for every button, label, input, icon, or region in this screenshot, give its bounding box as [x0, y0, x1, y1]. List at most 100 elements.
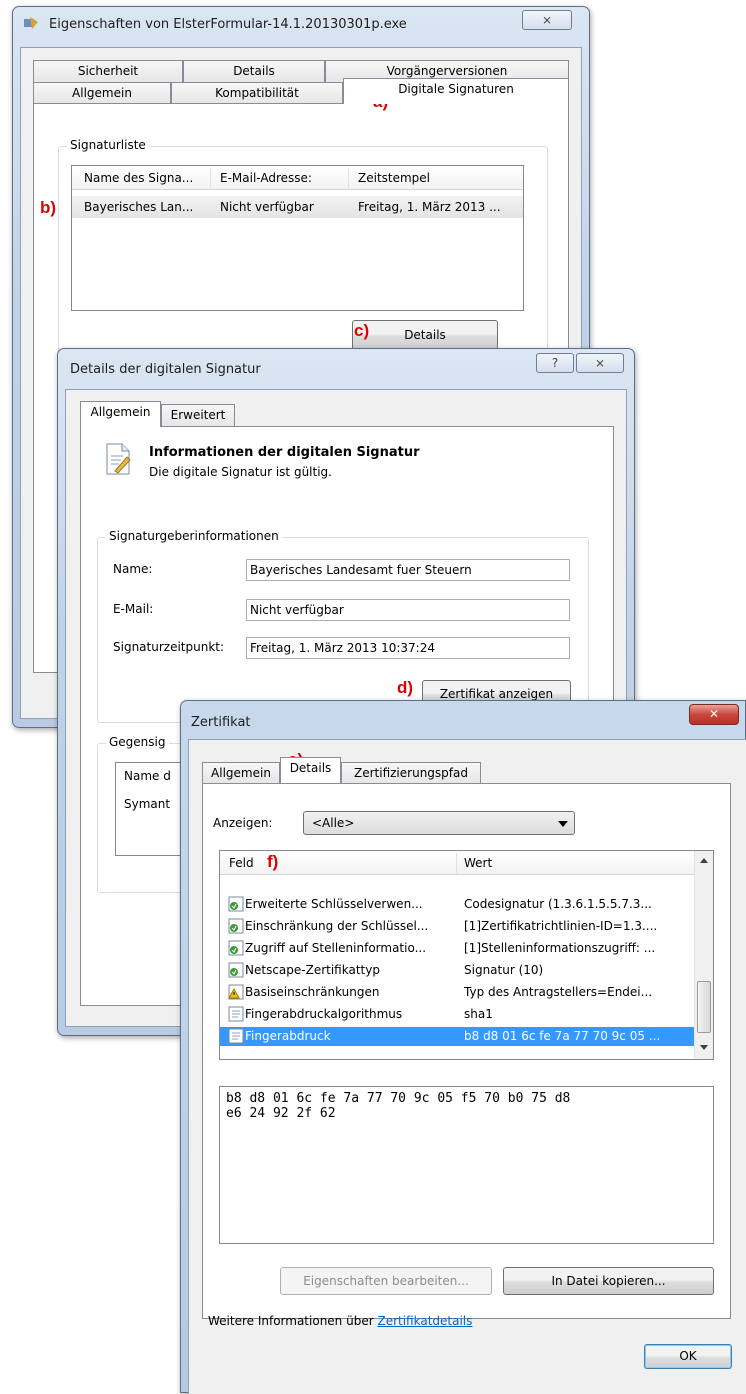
column-name[interactable]: Name des Signa... [84, 171, 210, 185]
details-button[interactable]: Details [352, 320, 498, 350]
column-name[interactable]: Name d [124, 769, 171, 783]
scroll-up-arrow-icon[interactable] [700, 858, 708, 863]
chevron-down-icon [558, 821, 568, 827]
list-item[interactable]: Symant [124, 797, 170, 811]
table-row[interactable]: Basiseinschränkungen Typ des Antragstelle… [220, 983, 694, 1002]
cell-field: Basiseinschränkungen [245, 985, 380, 999]
help-icon: ? [551, 356, 559, 370]
column-divider [210, 168, 211, 188]
annotation-d: d) [397, 678, 414, 697]
cell-field: Zugriff auf Stelleninformatio... [245, 941, 427, 955]
cell-name: Bayerisches Lan... [84, 200, 194, 214]
cell-value: [1]Stelleninformationszugriff: ... [464, 941, 656, 955]
group-label: Signaturgeberinformationen [106, 529, 282, 543]
window-title: Details der digitalen Signatur [70, 362, 261, 377]
table-row[interactable]: Netscape-Zertifikattyp Signatur (10) [220, 961, 694, 980]
name-label: Name: [113, 562, 153, 576]
ok-button[interactable]: OK [644, 1344, 732, 1369]
certificate-details-link[interactable]: Zertifikatdetails [377, 1314, 472, 1328]
copy-to-file-button[interactable]: In Datei kopieren... [503, 1267, 714, 1295]
cell-timestamp: Freitag, 1. März 2013 ... [358, 200, 501, 214]
close-icon: ✕ [708, 707, 720, 721]
more-info: Weitere Informationen über Zertifikatdet… [208, 1314, 472, 1328]
tab-allgemein[interactable]: Allgemein [33, 82, 171, 104]
cell-value: [1]Zertifikatrichtlinien-ID=1.3.... [464, 919, 658, 933]
table-row[interactable]: Erweiterte Schlüsselverwen... Codesignatu… [220, 895, 694, 914]
annotation-f: f) [267, 852, 279, 871]
info-text: Die digitale Signatur ist gültig. [149, 465, 332, 479]
column-divider [456, 853, 457, 873]
cell-value: Signatur (10) [464, 963, 544, 977]
tab-allgemein[interactable]: Allgemein [80, 401, 161, 427]
window-title: Zertifikat [191, 715, 251, 730]
cell-field: Fingerabdruckalgorithmus [245, 1007, 403, 1021]
more-info-text: Weitere Informationen über [208, 1314, 374, 1328]
tab-erweitert[interactable]: Erweitert [161, 404, 235, 426]
close-button[interactable]: ⨯ [522, 10, 572, 30]
cell-field: Erweiterte Schlüsselverwen... [245, 897, 423, 911]
window-title: Eigenschaften von ElsterFormular-14.1.20… [49, 17, 407, 32]
edit-properties-button[interactable]: Eigenschaften bearbeiten... [280, 1267, 492, 1295]
table-row[interactable]: Fingerabdruck b8 d8 01 6c fe 7a 77 70 9c … [220, 1027, 694, 1046]
details-panel: Anzeigen: <Alle> Feld Wert Erweiterte Sc… [202, 783, 731, 1328]
list-item[interactable]: Bayerisches Lan... Nicht verfügbar Freit… [72, 196, 523, 218]
tab-kompatibilitaet[interactable]: Kompatibilität [171, 82, 343, 104]
extension-icon [228, 896, 244, 912]
close-button[interactable]: ⨯ [576, 353, 624, 373]
fields-list[interactable]: Feld Wert Erweiterte Schlüsselverwen... C… [219, 850, 714, 1060]
table-row[interactable]: Zugriff auf Stelleninformatio... [1]Stell… [220, 939, 694, 958]
column-value[interactable]: Wert [464, 856, 492, 870]
cell-field: Netscape-Zertifikattyp [245, 963, 380, 977]
cell-email: Nicht verfügbar [220, 200, 314, 214]
group-label: Signaturliste [67, 138, 149, 152]
detail-value-box[interactable]: b8 d8 01 6c fe 7a 77 70 9c 05 f5 70 b0 7… [219, 1086, 714, 1244]
vertical-scrollbar[interactable] [694, 851, 713, 1059]
scroll-down-arrow-icon[interactable] [700, 1045, 708, 1050]
tab-details[interactable]: Details [183, 60, 325, 82]
list-rows: Erweiterte Schlüsselverwen... Codesignatu… [220, 895, 694, 1057]
table-row[interactable]: Fingerabdruckalgorithmus sha1 [220, 1005, 694, 1024]
property-icon [228, 1006, 244, 1022]
certificate-document-icon [105, 443, 131, 475]
column-field[interactable]: Feld [229, 856, 254, 870]
property-icon [228, 1028, 244, 1044]
signature-list[interactable]: Name des Signa... E-Mail-Adresse: Zeitst… [71, 165, 524, 311]
annotation-b: b) [40, 198, 57, 217]
tab-sicherheit[interactable]: Sicherheit [33, 60, 183, 82]
annotation-c: c) [354, 321, 370, 340]
show-dropdown[interactable]: <Alle> [303, 811, 575, 835]
column-timestamp[interactable]: Zeitstempel [358, 171, 518, 185]
show-label: Anzeigen: [213, 816, 273, 830]
cell-value: Typ des Antragstellers=Endei... [464, 985, 653, 999]
tab-zertifizierungspfad[interactable]: Zertifizierungspfad [341, 762, 481, 784]
cell-value: Codesignatur (1.3.6.1.5.5.7.3... [464, 897, 652, 911]
tab-allgemein[interactable]: Allgemein [202, 762, 280, 784]
column-divider [348, 168, 349, 188]
extension-icon [228, 940, 244, 956]
group-label: Gegensig [106, 735, 169, 749]
cell-field: Einschränkung der Schlüssel... [245, 919, 429, 933]
show-dropdown-value: <Alle> [312, 816, 355, 830]
tab-digitale-signaturen[interactable]: Digitale Signaturen [343, 78, 569, 104]
signing-time-field[interactable]: Freitag, 1. März 2013 10:37:24 [246, 637, 570, 659]
cell-value: sha1 [464, 1007, 493, 1021]
extension-icon [228, 962, 244, 978]
table-row[interactable]: Einschränkung der Schlüssel... [1]Zertifi… [220, 917, 694, 936]
column-email[interactable]: E-Mail-Adresse: [220, 171, 346, 185]
certificate-window: Zertifikat ✕ Allgemein Details Zertifizi… [180, 700, 746, 1394]
warning-icon [228, 984, 244, 1000]
email-field[interactable]: Nicht verfügbar [246, 599, 570, 621]
time-label: Signaturzeitpunkt: [113, 640, 225, 654]
help-button[interactable]: ? [536, 353, 574, 373]
extension-icon [228, 918, 244, 934]
email-label: E-Mail: [113, 602, 154, 616]
scrollbar-thumb[interactable] [697, 981, 711, 1033]
close-button[interactable]: ✕ [689, 704, 739, 725]
info-title: Informationen der digitalen Signatur [149, 445, 420, 460]
name-field[interactable]: Bayerisches Landesamt fuer Steuern [246, 559, 570, 581]
certificate-body: Allgemein Details Zertifizierungspfad An… [188, 739, 746, 1394]
close-icon: ⨯ [594, 356, 606, 370]
list-header: Feld Wert [220, 851, 694, 875]
tab-details[interactable]: Details [280, 757, 341, 783]
cell-field: Fingerabdruck [245, 1029, 331, 1043]
